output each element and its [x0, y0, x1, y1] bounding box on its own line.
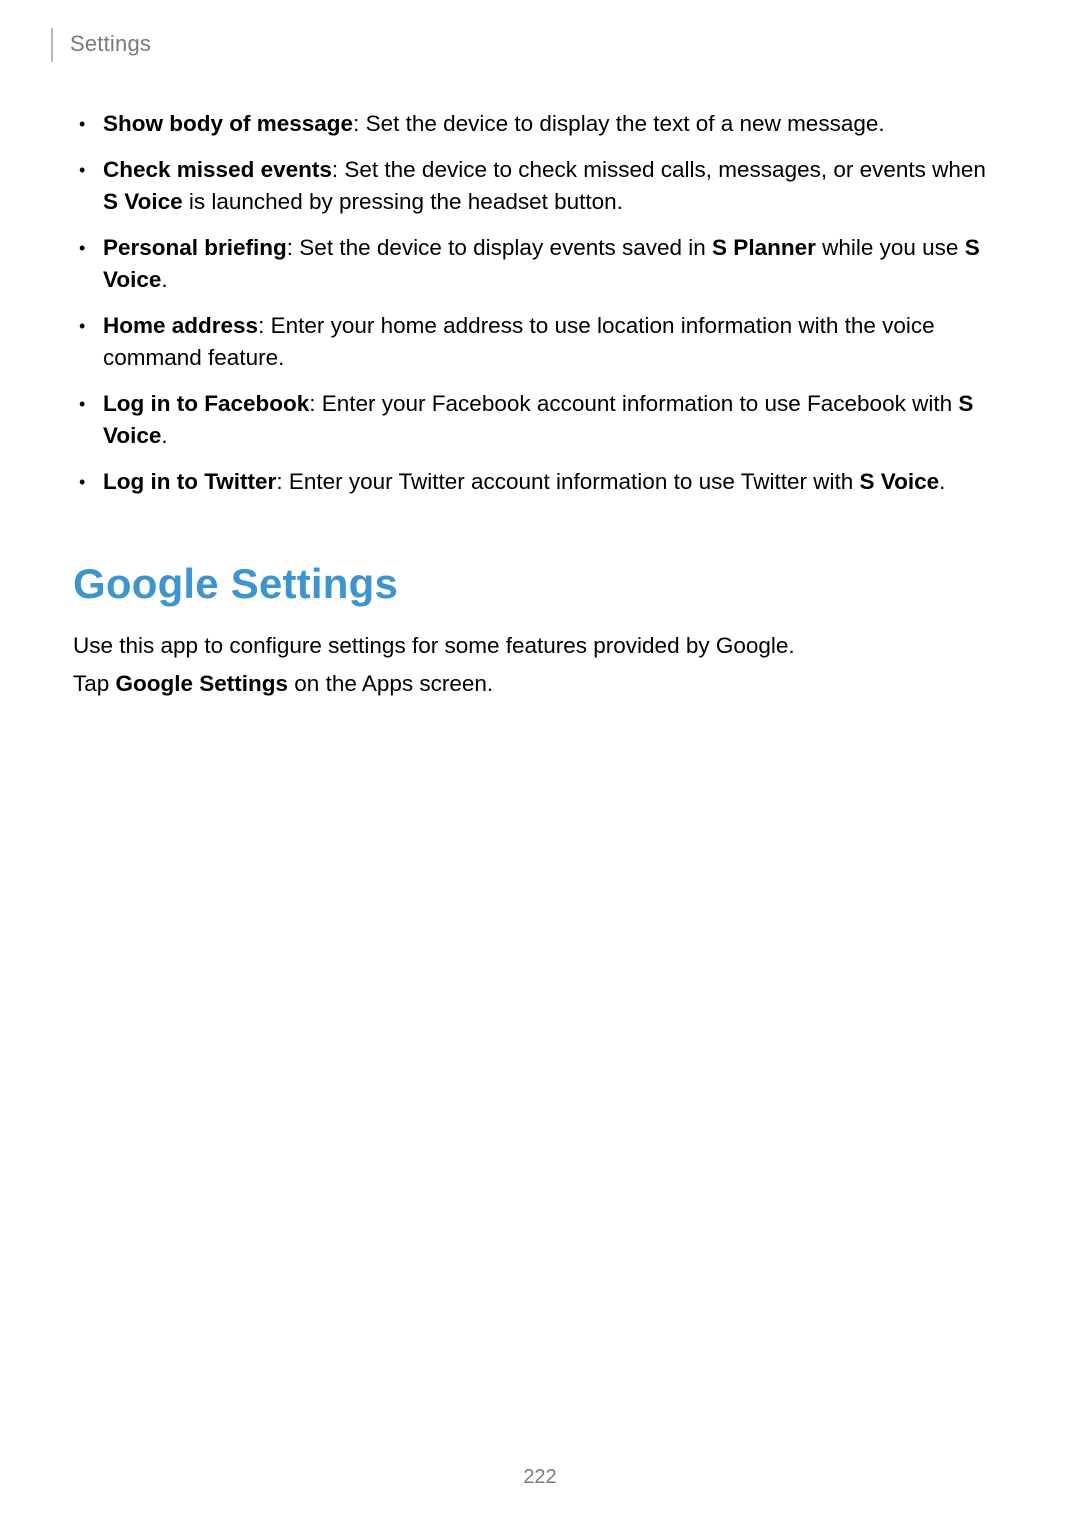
section-heading-google-settings: Google Settings [73, 560, 1003, 608]
feature-description: : Enter your Facebook account informatio… [309, 391, 958, 416]
feature-name: Log in to Facebook [103, 391, 309, 416]
feature-name: Show body of message [103, 111, 353, 136]
feature-description: is launched by pressing the headset butt… [183, 189, 623, 214]
feature-description: : Enter your Twitter account information… [276, 469, 859, 494]
list-item: Check missed events: Set the device to c… [103, 154, 1003, 218]
feature-description: : Set the device to check missed calls, … [332, 157, 986, 182]
list-item: Log in to Twitter: Enter your Twitter ac… [103, 466, 1003, 498]
list-item: Personal briefing: Set the device to dis… [103, 232, 1003, 296]
paragraph-text: Tap [73, 671, 116, 696]
list-item: Show body of message: Set the device to … [103, 108, 1003, 140]
feature-description: . [161, 423, 167, 448]
feature-app-ref: S Planner [712, 235, 816, 260]
list-item: Home address: Enter your home address to… [103, 310, 1003, 374]
page-number: 222 [0, 1466, 1080, 1489]
header-divider [51, 28, 53, 62]
app-name-ref: Google Settings [116, 671, 289, 696]
feature-app-ref: S Voice [860, 469, 940, 494]
list-item: Log in to Facebook: Enter your Facebook … [103, 388, 1003, 452]
paragraph-text: Use this app to configure settings for s… [73, 633, 795, 658]
feature-name: Home address [103, 313, 258, 338]
feature-description: while you use [816, 235, 965, 260]
section-paragraph: Use this app to configure settings for s… [73, 630, 1003, 662]
feature-description: . [939, 469, 945, 494]
feature-name: Log in to Twitter [103, 469, 276, 494]
settings-feature-list: Show body of message: Set the device to … [73, 108, 1003, 498]
page-content: Show body of message: Set the device to … [73, 108, 1003, 700]
header-breadcrumb: Settings [70, 31, 151, 57]
feature-description: . [161, 267, 167, 292]
section-paragraph: Tap Google Settings on the Apps screen. [73, 668, 1003, 700]
feature-app-ref: S Voice [103, 189, 183, 214]
feature-name: Check missed events [103, 157, 332, 182]
paragraph-text: on the Apps screen. [288, 671, 493, 696]
feature-description: : Set the device to display events saved… [287, 235, 712, 260]
feature-name: Personal briefing [103, 235, 287, 260]
feature-description: : Set the device to display the text of … [353, 111, 885, 136]
